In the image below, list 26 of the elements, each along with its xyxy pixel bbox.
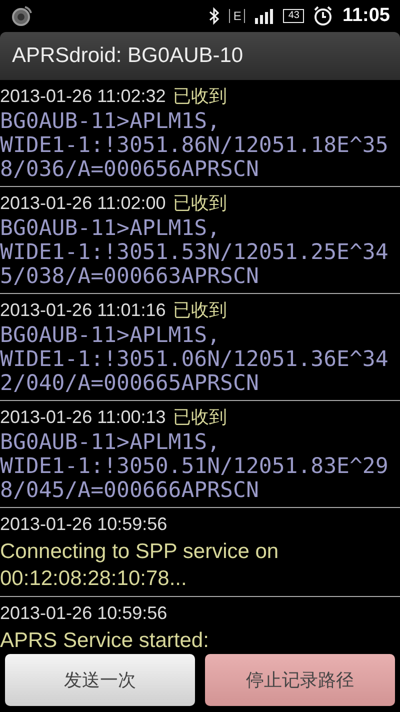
signal-icon	[254, 8, 274, 24]
log-timestamp: 2013-01-26 11:02:00	[0, 192, 166, 214]
network-type-indicator: E	[229, 9, 246, 23]
log-status: 已收到	[172, 85, 227, 108]
packet-text: BG0AUB-11>APLM1S, WIDE1-1:!3051.06N/12051.36E^34 2/040/A=000665APRSCN	[0, 324, 390, 396]
log-timestamp: 2013-01-26 10:59:56	[0, 514, 168, 534]
alarm-clock-icon	[313, 6, 334, 26]
log-status: 已收到	[172, 299, 227, 322]
packet-text: BG0AUB-11>APLM1S, WIDE1-1:!3050.51N/12051.83E^29 8/045/A=000666APRSCN	[0, 431, 390, 503]
log-timestamp: 2013-01-26 11:00:13	[0, 406, 166, 428]
battery-level: 43	[283, 9, 304, 23]
app-notification-icon	[10, 4, 34, 28]
bluetooth-icon	[208, 7, 220, 25]
log-timestamp: 2013-01-26 11:02:32	[0, 86, 166, 106]
send-button[interactable]: 发送一次	[5, 654, 195, 706]
log-timestamp: 2013-01-26 11:01:16	[0, 300, 166, 320]
packet-text: BG0AUB-11>APLM1S, WIDE1-1:!3051.86N/12051.18E^35 8/036/A=000656APRSCN	[0, 110, 390, 182]
window-title: APRSdroid: BG0AUB-10	[12, 44, 244, 68]
packet-text: BG0AUB-11>APLM1S, WIDE1-1:!3051.53N/12051.25E^34 5/038/A=000663APRSCN	[0, 217, 390, 289]
log-status: 已收到	[172, 192, 227, 215]
log-message: APRS Service started:	[0, 628, 210, 650]
log-timestamp: 2013-01-26 10:59:56	[0, 602, 168, 624]
stop-button[interactable]: 停止记录路径	[205, 654, 395, 706]
log-status: 已收到	[172, 406, 227, 429]
log-message: Connecting to SPP service on 00:12:08:28:10:78...	[0, 539, 280, 592]
status-time: 11:05	[342, 5, 390, 27]
